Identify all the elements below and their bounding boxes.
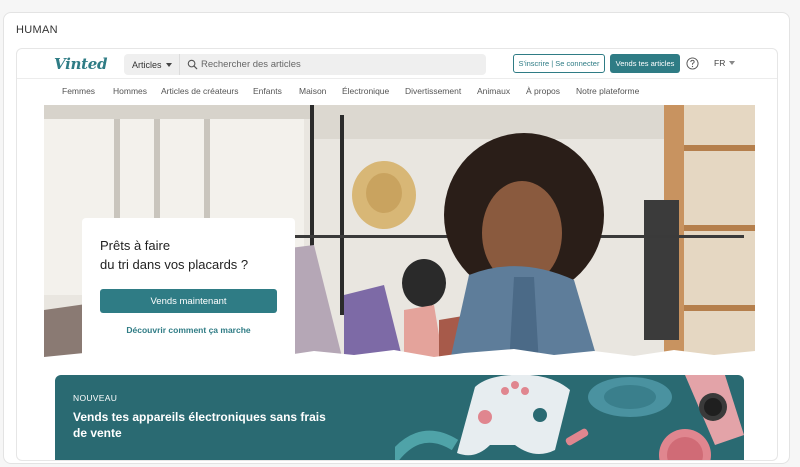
nav-item-electronique[interactable]: Électronique: [342, 86, 389, 96]
chevron-down-icon: [165, 62, 172, 67]
nav-item-animaux[interactable]: Animaux: [477, 86, 510, 96]
nav-item-hommes[interactable]: Hommes: [113, 86, 147, 96]
signup-login-button[interactable]: S'inscrire | Se connecter: [513, 54, 605, 73]
nav-item-a-propos[interactable]: À propos: [526, 86, 560, 96]
promo-banner[interactable]: NOUVEAU Vends tes appareils électronique…: [55, 375, 744, 460]
language-label: FR: [714, 58, 726, 68]
category-select[interactable]: Articles: [124, 54, 180, 75]
nav-item-femmes[interactable]: Femmes: [62, 86, 95, 96]
hero-title: Prêts à faire du tri dans vos placards ?: [100, 236, 280, 274]
nav-item-enfants[interactable]: Enfants: [253, 86, 282, 96]
search-icon: [187, 59, 198, 70]
how-it-works-link[interactable]: Découvrir comment ça marche: [100, 325, 277, 335]
sell-items-button[interactable]: Vends tes articles: [610, 54, 680, 73]
nav-item-articles-createurs[interactable]: Articles de créateurs: [161, 86, 238, 96]
vinted-logo[interactable]: Vinted: [54, 55, 107, 73]
search-bar: Articles: [124, 54, 486, 75]
hero-banner: Prêts à faire du tri dans vos placards ?…: [44, 105, 755, 365]
chevron-down-icon: [729, 61, 736, 65]
hero-title-line1: Prêts à faire: [100, 238, 171, 253]
promo-title: Vends tes appareils électroniques sans f…: [73, 410, 326, 440]
site-header: Vinted Articles S'inscrire | Se connecte…: [17, 49, 777, 79]
result-label: HUMAN: [16, 24, 58, 36]
sell-now-button[interactable]: Vends maintenant: [100, 289, 277, 313]
category-select-label: Articles: [132, 59, 162, 70]
hero-card: Prêts à faire du tri dans vos placards ?…: [82, 218, 295, 362]
screenshot-frame: Vinted Articles S'inscrire | Se connecte…: [16, 48, 778, 461]
category-nav: Femmes Hommes Articles de créateurs Enfa…: [17, 80, 777, 104]
nav-item-divertissement[interactable]: Divertissement: [405, 86, 461, 96]
language-select[interactable]: FR: [714, 58, 736, 68]
nav-item-maison[interactable]: Maison: [299, 86, 326, 96]
hero-title-line2: du tri dans vos placards ?: [100, 257, 249, 272]
result-card: HUMAN Vinted Articles S'inscrire | Se co…: [3, 12, 790, 464]
promo-tag: NOUVEAU: [73, 393, 118, 403]
nav-item-notre-plateforme[interactable]: Notre plateforme: [576, 86, 639, 96]
electronics-illustration: [395, 375, 744, 460]
question-circle-icon[interactable]: [686, 57, 699, 70]
search-input[interactable]: [201, 54, 481, 75]
